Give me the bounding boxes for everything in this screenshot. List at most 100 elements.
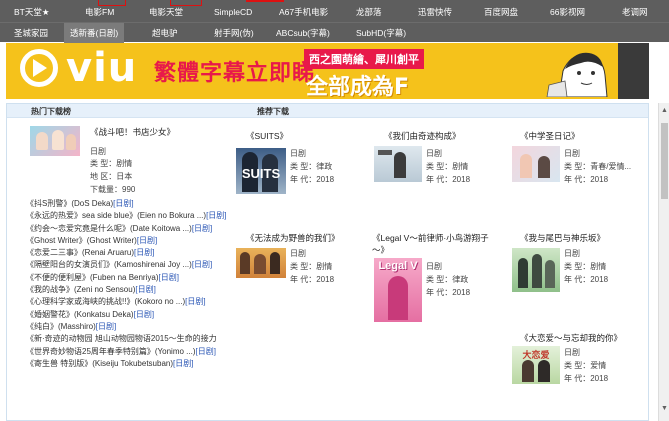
- recommended-type: 类 型：剧情: [426, 162, 469, 171]
- list-item-name[interactable]: 《我的战争》(Zeni no Sensou): [26, 285, 135, 294]
- scrollbar-thumb[interactable]: [661, 123, 668, 199]
- banner-tag: 西之園萌繪、犀川創平: [304, 49, 424, 69]
- recommended-title[interactable]: 《中学圣日记》: [520, 130, 580, 142]
- list-item[interactable]: 《纯白》(Masshiro)[日剧]: [26, 321, 227, 333]
- recommended-poster[interactable]: [512, 248, 560, 292]
- nav-link-toxinfan[interactable]: 透新番(日剧): [64, 23, 125, 43]
- featured-downloads: 下载量：990: [90, 185, 136, 194]
- list-item-tag[interactable]: [日剧]: [185, 297, 205, 306]
- recommended-poster[interactable]: SUITS: [236, 148, 286, 194]
- recommended-genre: 日剧: [426, 149, 442, 158]
- list-item-name[interactable]: 《永远的热爱》sea side blue》(Eien no Bokura ...…: [26, 211, 206, 220]
- nav-link-abcsub[interactable]: ABCsub(字幕): [276, 23, 330, 43]
- list-item[interactable]: 《Ghost Writer》(Ghost Writer)[日剧]: [26, 235, 227, 247]
- list-item-tag[interactable]: [日剧]: [158, 273, 178, 282]
- nav-link-chaodianlv[interactable]: 超电驴: [152, 23, 178, 43]
- list-item-name[interactable]: 《恋爱二三事》(Renai Aruaru): [26, 248, 134, 257]
- nav-link-baidu-pan[interactable]: 百度网盘: [484, 2, 518, 22]
- nav-link-subhd[interactable]: SubHD(字幕): [356, 23, 406, 43]
- list-item-tag[interactable]: [日剧]: [196, 347, 216, 356]
- recommended-title[interactable]: 《大恋爱～与忘却我的你》: [520, 332, 622, 344]
- recommended-poster[interactable]: [512, 146, 560, 182]
- list-item-tag[interactable]: [日剧]: [173, 359, 193, 368]
- recommended-genre: 日剧: [290, 249, 306, 258]
- nav-link-66ys[interactable]: 66影视网: [550, 2, 585, 22]
- list-item-tag[interactable]: [日剧]: [135, 285, 155, 294]
- highlight-marker: [170, 0, 202, 6]
- recommended-year: 年 代：2018: [564, 175, 609, 184]
- recommended-poster[interactable]: Legal V: [374, 258, 422, 322]
- recommended-poster[interactable]: [374, 146, 422, 182]
- list-item-tag[interactable]: [日剧]: [113, 199, 133, 208]
- banner-slogan: 繁體字幕立即睇: [154, 61, 316, 86]
- featured-poster[interactable]: [30, 126, 80, 156]
- recommended-title[interactable]: 《无法成为野兽的我们》: [246, 232, 340, 244]
- nav-link-shengcheng[interactable]: 圣城家园: [14, 23, 48, 43]
- list-item-name[interactable]: 《新·奇迹的动物园 旭山动物园物语2015～生命的接力: [26, 334, 217, 343]
- list-item-name[interactable]: 《心理科学家或海峡的挑战!!》(Kokoro no ...): [26, 297, 185, 306]
- list-item-tag[interactable]: [日剧]: [134, 310, 154, 319]
- list-item[interactable]: 《不便的便利屋》(Fuben na Benriya)[日剧]: [26, 272, 227, 284]
- play-icon: [33, 59, 47, 77]
- banner-headline: 全部成為F: [306, 75, 410, 99]
- list-item-tag[interactable]: [日剧]: [96, 322, 116, 331]
- list-item[interactable]: 《隔壁阳台的女演员们》(Kamoshirenai Joy ...)[日剧]: [26, 259, 227, 271]
- list-item-name[interactable]: 《世界奇妙物语25周年春季特别篇》(Yonimo ...): [26, 347, 196, 356]
- list-item[interactable]: 《约会～恋爱究竟是什么呢》(Date Koitowa ...)[日剧]: [26, 223, 227, 235]
- list-item[interactable]: 《婚姻警花》(Konkatsu Deka)[日剧]: [26, 309, 227, 321]
- list-item-tag[interactable]: [日剧]: [192, 224, 212, 233]
- scroll-down-icon[interactable]: ▼: [661, 405, 668, 412]
- vertical-scrollbar[interactable]: ▲ ▼: [658, 103, 669, 421]
- top-nav-secondary: 圣城家园 透新番(日剧) 超电驴 射手网(伪) ABCsub(字幕) SubHD…: [0, 22, 669, 43]
- nav-link-simplecd[interactable]: SimpleCD: [214, 2, 252, 22]
- list-item[interactable]: 《我的战争》(Zeni no Sensou)[日剧]: [26, 284, 227, 296]
- viu-banner-ad[interactable]: viu 繁體字幕立即睇 西之園萌繪、犀川創平 全部成為F: [6, 43, 649, 99]
- list-item-name[interactable]: 《抖S刑警》(DoS Deka): [26, 199, 113, 208]
- nav-link-xunlei[interactable]: 迅雷快传: [418, 2, 452, 22]
- featured-title[interactable]: 《战斗吧！书店少女》: [90, 126, 175, 138]
- poster-text: Legal V: [378, 260, 418, 272]
- list-item[interactable]: 《世界奇妙物语25周年春季特别篇》(Yonimo ...)[日剧]: [26, 346, 227, 358]
- nav-link-a67[interactable]: A67手机电影: [279, 2, 328, 22]
- banner-photo-strip: [618, 43, 649, 99]
- list-item[interactable]: 《永远的热爱》sea side blue》(Eien no Bokura ...…: [26, 210, 227, 222]
- list-item-name[interactable]: 《纯白》(Masshiro): [26, 322, 96, 331]
- recommended-year: 年 代：2018: [564, 275, 609, 284]
- recommended-title[interactable]: 《我与尾巴与神乐坂》: [520, 232, 605, 244]
- anime-character-illustration: [541, 45, 621, 97]
- list-item[interactable]: 《寄生兽 特别版》(Kiseiju Tokubetsuban)[日剧]: [26, 358, 227, 370]
- recommended-title[interactable]: 《我们由奇迹构成》: [384, 130, 461, 142]
- nav-link-longbuluo[interactable]: 龙部落: [356, 2, 382, 22]
- nav-link-laodiao[interactable]: 老调网: [622, 2, 648, 22]
- highlight-marker: [246, 0, 284, 2]
- recommended-title[interactable]: 《SUITS》: [246, 130, 288, 142]
- recommended-type: 类 型：律政: [290, 162, 333, 171]
- featured-type: 类 型：剧情: [90, 159, 133, 168]
- list-item-name[interactable]: 《不便的便利屋》(Fuben na Benriya): [26, 273, 158, 282]
- list-item-tag[interactable]: [日剧]: [134, 248, 154, 257]
- list-item-tag[interactable]: [日剧]: [192, 260, 212, 269]
- poster-text: SUITS: [241, 166, 281, 181]
- recommended-title[interactable]: 《Legal V～前律师·小鸟游翔子～》: [372, 232, 500, 256]
- recommended-genre: 日剧: [290, 149, 306, 158]
- list-item-name[interactable]: 《隔壁阳台的女演员们》(Kamoshirenai Joy ...): [26, 260, 192, 269]
- list-item[interactable]: 《新·奇迹的动物园 旭山动物园物语2015～生命的接力: [26, 333, 227, 345]
- panel-header: 热门下载榜 推荐下载: [7, 104, 648, 118]
- recommended-type: 类 型：剧情: [564, 262, 607, 271]
- recommended-type: 类 型：律政: [426, 275, 469, 284]
- list-item-tag[interactable]: [日剧]: [137, 236, 157, 245]
- list-item-name[interactable]: 《Ghost Writer》(Ghost Writer): [26, 236, 137, 245]
- list-item-name[interactable]: 《约会～恋爱究竟是什么呢》(Date Koitowa ...): [26, 224, 192, 233]
- list-item-name[interactable]: 《寄生兽 特别版》(Kiseiju Tokubetsuban): [26, 359, 173, 368]
- list-item[interactable]: 《抖S刑警》(DoS Deka)[日剧]: [26, 198, 227, 210]
- recommended-poster[interactable]: [236, 248, 286, 278]
- recommended-poster[interactable]: 大恋爱: [512, 346, 560, 384]
- list-item-name[interactable]: 《婚姻警花》(Konkatsu Deka): [26, 310, 134, 319]
- list-item-tag[interactable]: [日剧]: [206, 211, 226, 220]
- poster-text: 大恋爱: [522, 350, 550, 360]
- scroll-up-icon[interactable]: ▲: [661, 107, 668, 114]
- list-item[interactable]: 《心理科学家或海峡的挑战!!》(Kokoro no ...)[日剧]: [26, 296, 227, 308]
- nav-link-sheshou[interactable]: 射手网(伪): [214, 23, 254, 43]
- list-item[interactable]: 《恋爱二三事》(Renai Aruaru)[日剧]: [26, 247, 227, 259]
- nav-link-bt-tiantang[interactable]: BT天堂★: [14, 2, 49, 22]
